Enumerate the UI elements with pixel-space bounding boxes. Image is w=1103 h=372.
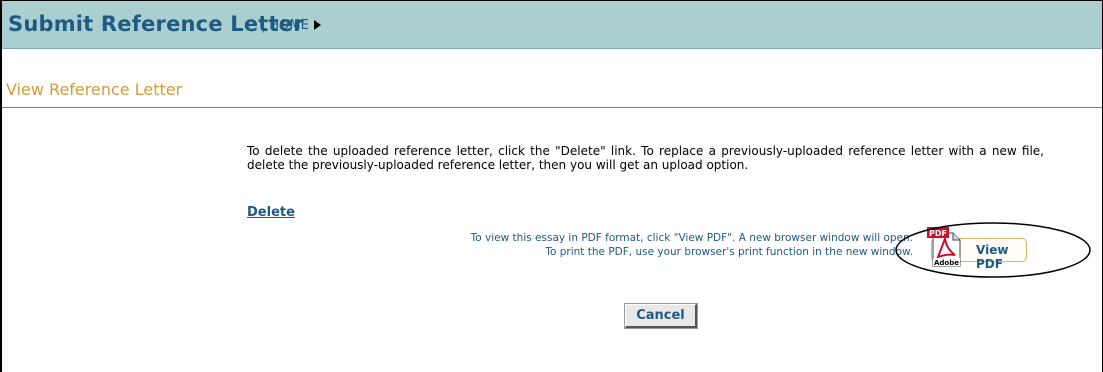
section-title: View Reference Letter (6, 80, 183, 99)
page-title: Submit Reference Letter (8, 12, 304, 36)
pdf-note: To view this essay in PDF format, click … (353, 231, 913, 259)
cancel-button[interactable]: Cancel (624, 303, 698, 329)
breadcrumb-separator: | (261, 18, 266, 33)
window-frame (0, 0, 1103, 372)
pdf-note-line-1: To view this essay in PDF format, click … (470, 232, 913, 244)
pdf-note-line-2: To print the PDF, use your browser's pri… (545, 246, 913, 258)
breadcrumb: | HOME (261, 18, 321, 33)
highlight-ellipse (895, 222, 1091, 278)
instructions-text: To delete the uploaded reference letter,… (247, 144, 1044, 172)
delete-link[interactable]: Delete (247, 205, 295, 220)
page-header: Submit Reference Letter | HOME (2, 1, 1102, 49)
section-divider (2, 107, 1102, 108)
home-link[interactable]: HOME (269, 18, 308, 33)
triangle-right-icon (313, 20, 321, 30)
